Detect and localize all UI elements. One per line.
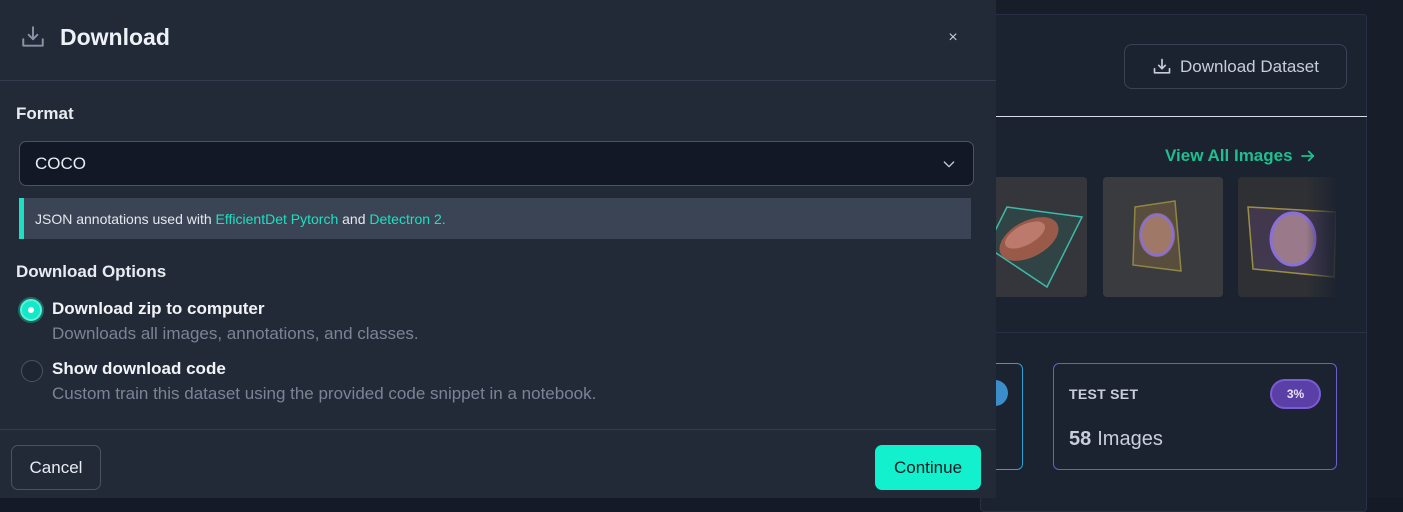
download-zip-description: Downloads all images, annotations, and c… (52, 324, 419, 343)
modal-title: Download (60, 24, 170, 50)
note-middle: and (338, 210, 370, 227)
show-code-title[interactable]: Show download code (52, 359, 226, 379)
download-modal: Download × Format COCO JSON annotations … (0, 0, 996, 498)
divider (980, 332, 1367, 333)
download-dataset-button[interactable]: Download Dataset (1124, 44, 1347, 89)
format-selected-value: COCO (35, 153, 86, 173)
test-set-count-unit: Images (1097, 428, 1163, 450)
close-icon: × (948, 29, 958, 46)
download-zip-radio[interactable] (20, 299, 42, 321)
detectron-link[interactable]: Detectron 2 (369, 211, 441, 227)
view-all-images-link[interactable]: View All Images (1165, 146, 1317, 166)
test-set-count: 58 Images (1069, 428, 1163, 451)
image-thumbnail[interactable] (1103, 177, 1223, 297)
test-set-count-value: 58 (1069, 428, 1092, 450)
download-dataset-label: Download Dataset (1180, 56, 1319, 76)
modal-header: Download × (0, 0, 996, 81)
format-label: Format (16, 104, 74, 123)
show-code-radio[interactable] (21, 360, 43, 382)
close-button[interactable]: × (940, 26, 966, 50)
chevron-down-icon (943, 161, 955, 168)
test-set-percent-badge: 3% (1270, 379, 1321, 409)
test-set-title: TEST SET (1069, 386, 1139, 402)
modal-footer (0, 429, 996, 498)
format-description-note: JSON annotations used with EfficientDet … (19, 198, 971, 239)
download-tray-icon (1153, 58, 1171, 74)
download-tray-icon (22, 26, 44, 47)
note-prefix: JSON annotations used with (35, 210, 216, 227)
download-zip-title[interactable]: Download zip to computer (52, 299, 265, 319)
note-suffix: . (441, 210, 446, 227)
thumbnail-fade (1306, 177, 1340, 297)
continue-button[interactable]: Continue (875, 445, 981, 490)
show-code-description: Custom train this dataset using the prov… (52, 384, 597, 403)
arrow-right-icon (1300, 150, 1314, 162)
format-select[interactable]: COCO (19, 141, 974, 186)
divider (980, 116, 1367, 117)
view-all-label: View All Images (1165, 146, 1293, 165)
efficientdet-link[interactable]: EfficientDet Pytorch (216, 211, 339, 227)
cancel-button[interactable]: Cancel (11, 445, 101, 490)
download-options-label: Download Options (16, 262, 167, 281)
